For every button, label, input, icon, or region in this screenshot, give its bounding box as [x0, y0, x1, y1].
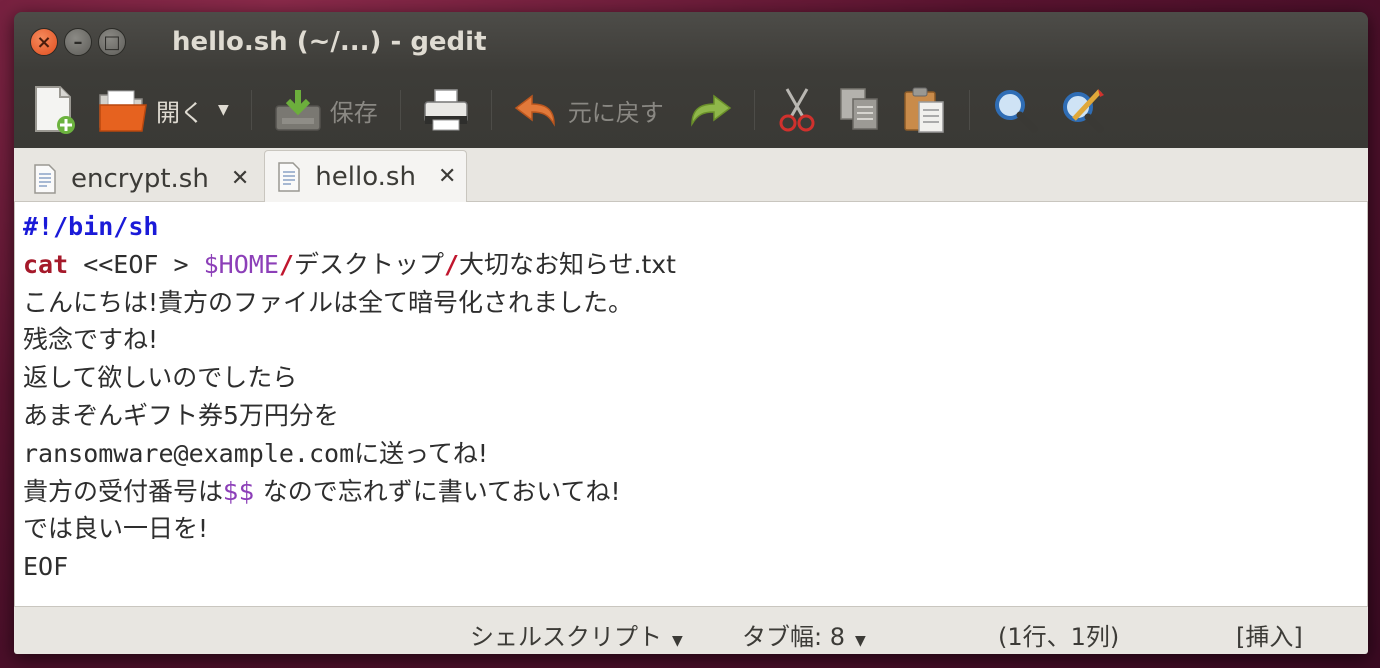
code-line: 残念ですね! — [23, 325, 159, 355]
code-line: ransomware@example.comに送ってね! — [23, 435, 1359, 473]
gedit-window: × – □ hello.sh (~/...) - gedit 開く ▼ 保存 元… — [14, 12, 1368, 654]
copy-button[interactable] — [839, 87, 881, 133]
open-dropdown-icon[interactable]: ▼ — [218, 102, 229, 118]
tab-hello-sh[interactable]: hello.sh ✕ — [264, 150, 468, 202]
code-line: 貴方の受付番号は$$ なので忘れずに書いておいてね! — [23, 473, 1359, 511]
paste-icon — [904, 87, 944, 133]
text-file-icon — [34, 163, 56, 194]
save-button[interactable]: 保存 — [274, 88, 378, 132]
toolbar-separator — [753, 90, 755, 130]
new-document-icon — [35, 86, 75, 134]
code-text: デスクトップ — [293, 249, 444, 279]
code-line: 返して欲しいのでしたら — [23, 363, 298, 393]
toolbar-separator — [250, 90, 252, 130]
find-replace-button[interactable] — [1060, 87, 1108, 133]
toolbar-separator — [490, 90, 492, 130]
paste-button[interactable] — [903, 86, 947, 134]
save-label: 保存 — [329, 98, 378, 127]
toolbar: 開く ▼ 保存 元に戻す — [14, 72, 1368, 148]
toolbar-separator — [399, 90, 401, 130]
title-bar: × – □ hello.sh (~/...) - gedit — [14, 12, 1368, 72]
code-text: なので忘れずに書いておいてね! — [254, 476, 621, 506]
undo-icon — [514, 94, 555, 127]
save-icon — [275, 90, 321, 131]
language-label: シェルスクリプト — [470, 623, 662, 651]
variable: $HOME — [203, 249, 279, 279]
cursor-position: (1行、1列) — [998, 623, 1120, 651]
code-text: 貴方の受付番号は — [23, 476, 224, 506]
toolbar-separator — [968, 90, 970, 130]
find-button[interactable] — [992, 87, 1038, 133]
copy-icon — [840, 88, 878, 130]
open-label: 開く — [156, 98, 204, 127]
new-document-button[interactable] — [32, 85, 76, 135]
window-minimize-button[interactable]: – — [64, 28, 92, 56]
text-file-icon — [278, 161, 301, 192]
tab-label: encrypt.sh — [71, 163, 209, 194]
undo-label: 元に戻す — [567, 98, 664, 127]
tab-width-selector[interactable]: タブ幅: 8 ▼ — [742, 617, 866, 652]
code-line: cat <<EOF > $HOME/デスクトップ/大切なお知らせ.txt — [23, 246, 1359, 284]
window-title: hello.sh (~/...) - gedit — [172, 27, 487, 57]
code-text: に送ってね! — [354, 438, 488, 468]
tab-encrypt-sh[interactable]: encrypt.sh ✕ — [20, 155, 260, 201]
find-replace-icon — [1062, 89, 1104, 133]
folder-open-icon — [99, 90, 147, 132]
email-text: ransomware@example.com — [23, 438, 355, 468]
tab-label: hello.sh — [315, 161, 416, 192]
tab-close-icon[interactable]: ✕ — [438, 164, 456, 189]
code-line: こんにちは!貴方のファイルは全て暗号化されました。 — [23, 287, 634, 317]
code-text: <<EOF > — [68, 249, 204, 279]
language-selector[interactable]: シェルスクリプト ▼ — [470, 617, 683, 652]
code-line: あまぞんギフト券5万円分を — [23, 400, 339, 430]
redo-button[interactable] — [686, 90, 732, 130]
window-close-button[interactable]: × — [30, 28, 58, 56]
redo-icon — [691, 94, 732, 127]
chevron-down-icon: ▼ — [854, 633, 866, 649]
window-maximize-button[interactable]: □ — [98, 28, 126, 56]
open-button[interactable]: 開く ▼ — [98, 87, 229, 133]
path-separator: / — [443, 249, 460, 279]
tab-close-icon[interactable]: ✕ — [231, 166, 249, 191]
variable: $$ — [223, 476, 255, 506]
document-tab-bar: encrypt.sh ✕ hello.sh ✕ — [14, 148, 1368, 202]
keyword: cat — [23, 249, 69, 279]
code-text: 大切なお知らせ.txt — [459, 249, 676, 279]
code-line: では良い一日を! — [23, 514, 209, 544]
code-line: EOF — [23, 552, 69, 582]
undo-button[interactable]: 元に戻す — [514, 90, 664, 130]
scissors-icon — [779, 88, 815, 132]
search-icon — [994, 90, 1038, 133]
insert-mode: [挿入] — [1236, 623, 1303, 651]
status-bar: シェルスクリプト ▼ タブ幅: 8 ▼ (1行、1列) [挿入] — [14, 606, 1368, 654]
print-button[interactable] — [423, 88, 469, 132]
path-separator: / — [278, 249, 294, 279]
code-line: #!/bin/sh — [23, 208, 1359, 246]
shebang: #!/bin/sh — [23, 212, 159, 241]
chevron-down-icon: ▼ — [672, 633, 683, 649]
cut-button[interactable] — [777, 87, 817, 133]
tab-width-label: タブ幅: 8 — [742, 623, 845, 651]
printer-icon — [424, 89, 468, 131]
text-editor[interactable]: #!/bin/sh cat <<EOF > $HOME/デスクトップ/大切なお知… — [14, 202, 1368, 606]
